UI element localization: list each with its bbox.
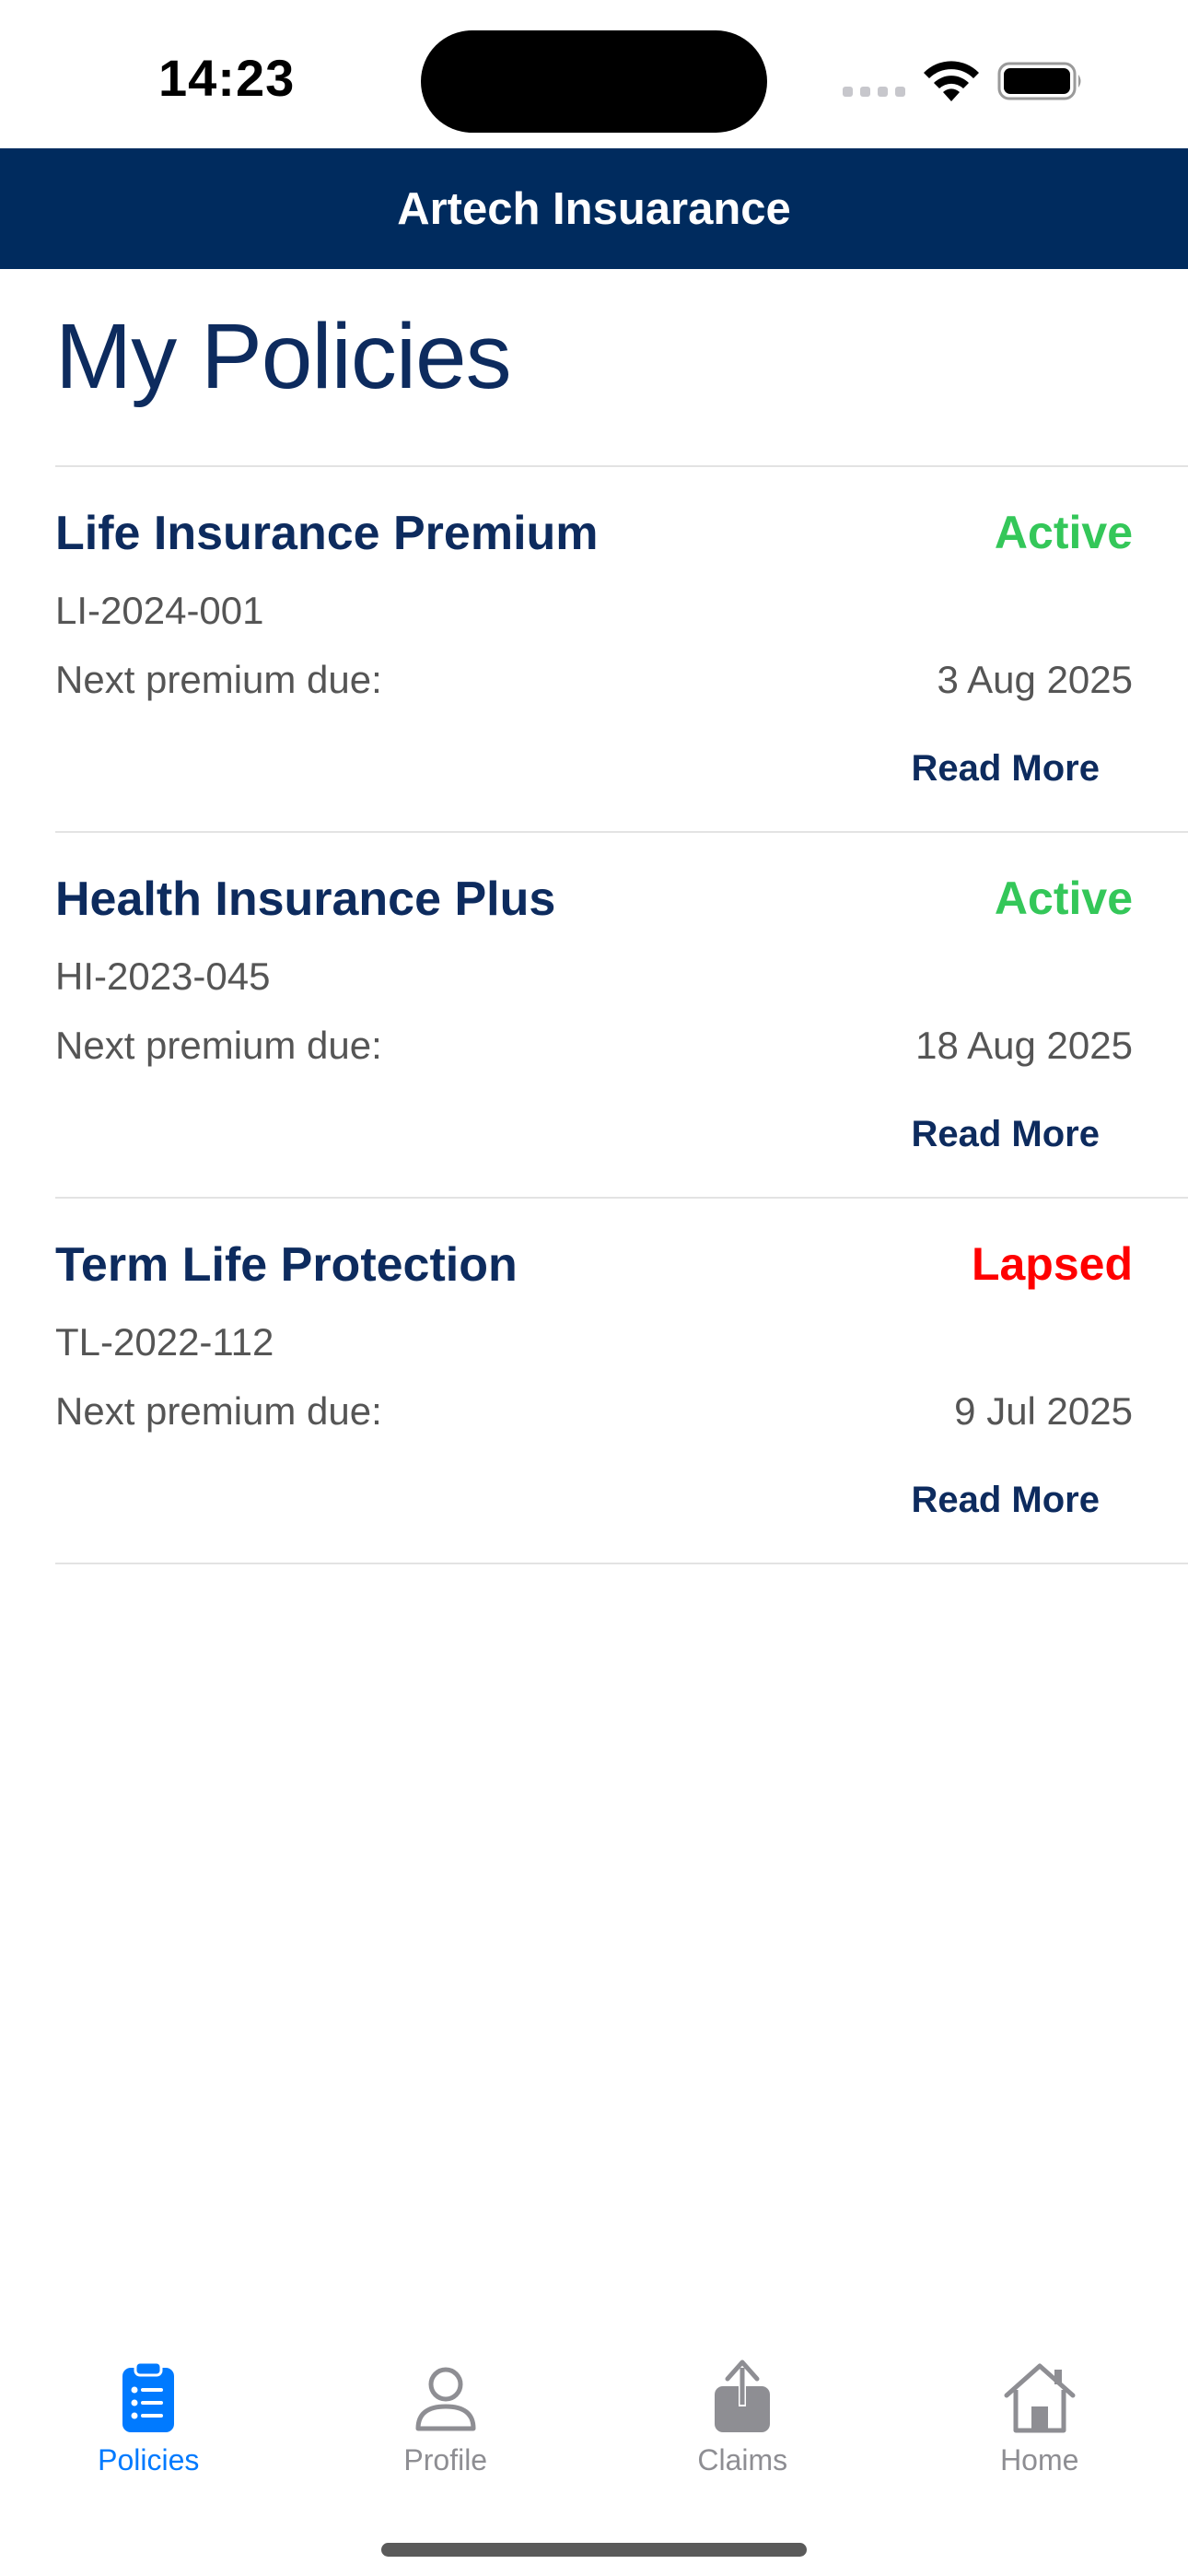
status-badge: Active (994, 507, 1133, 558)
page-title: My Policies (55, 305, 512, 408)
cellular-signal-icon (843, 87, 905, 98)
due-date: 9 Jul 2025 (954, 1389, 1133, 1433)
status-badge: Active (994, 872, 1133, 924)
policy-card-health-insurance[interactable]: Health Insurance Plus Active HI-2023-045… (55, 833, 1188, 1199)
policy-name: Health Insurance Plus (55, 872, 556, 926)
status-time: 14:23 (158, 49, 296, 107)
dynamic-island (421, 30, 767, 133)
due-label: Next premium due: (55, 1024, 382, 1067)
read-more-button[interactable]: Read More (912, 1480, 1101, 1521)
policy-number: TL-2022-112 (55, 1320, 274, 1364)
due-label: Next premium due: (55, 1389, 382, 1433)
house-icon (1004, 2363, 1076, 2433)
read-more-button[interactable]: Read More (912, 748, 1101, 790)
app-title: Artech Insuarance (397, 183, 791, 234)
tab-label: Claims (697, 2443, 788, 2476)
home-indicator[interactable] (381, 2543, 807, 2557)
share-upload-icon (715, 2359, 771, 2432)
tab-label: Policies (98, 2443, 200, 2476)
clipboard-list-icon (122, 2360, 175, 2432)
tab-bar: Policies Profile Claims Home (0, 2340, 1188, 2497)
due-date: 18 Aug 2025 (915, 1024, 1133, 1067)
policy-list: Life Insurance Premium Active LI-2024-00… (0, 467, 1188, 1564)
tab-label: Home (1000, 2443, 1079, 2476)
person-icon (415, 2367, 476, 2431)
wifi-icon (924, 61, 979, 101)
tab-profile[interactable]: Profile (297, 2340, 595, 2497)
policy-card-life-insurance[interactable]: Life Insurance Premium Active LI-2024-00… (55, 467, 1188, 833)
policy-name: Term Life Protection (55, 1238, 518, 1292)
due-date: 3 Aug 2025 (937, 658, 1133, 701)
policy-number: HI-2023-045 (55, 954, 271, 998)
battery-icon (997, 62, 1081, 100)
status-bar: 14:23 (0, 0, 1188, 148)
policy-name: Life Insurance Premium (55, 507, 599, 560)
policies-screen: 14:23 Artech Insuarance My Policies Life… (0, 0, 1188, 2576)
tab-policies[interactable]: Policies (0, 2340, 297, 2497)
policy-number: LI-2024-001 (55, 589, 264, 632)
tab-claims[interactable]: Claims (594, 2340, 891, 2497)
read-more-button[interactable]: Read More (912, 1114, 1101, 1155)
policy-card-term-life[interactable]: Term Life Protection Lapsed TL-2022-112 … (55, 1199, 1188, 1564)
status-badge: Lapsed (971, 1238, 1133, 1290)
tab-home[interactable]: Home (891, 2340, 1188, 2497)
tab-label: Profile (403, 2443, 488, 2476)
app-header: Artech Insuarance (0, 148, 1188, 269)
due-label: Next premium due: (55, 658, 382, 701)
